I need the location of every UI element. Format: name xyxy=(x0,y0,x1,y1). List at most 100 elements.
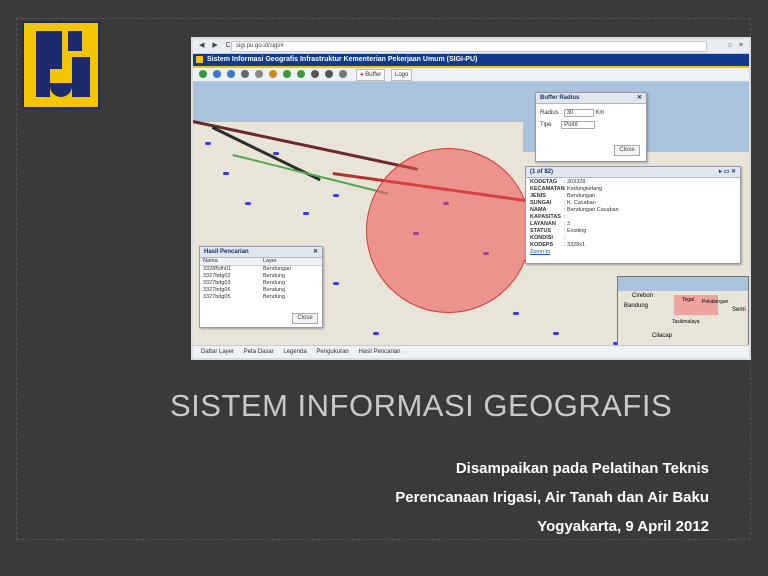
overview-minimap[interactable]: Cirebon Bandung Tegal Pekalongan Semi Ta… xyxy=(617,276,749,346)
table-row[interactable]: 3327bdg02 Bendung xyxy=(200,273,322,280)
buffer-circle xyxy=(366,148,531,313)
road-line xyxy=(193,120,418,171)
minimap-label: Tegal xyxy=(682,297,694,303)
info-icon[interactable] xyxy=(311,70,319,78)
layer-list-tab[interactable]: Daftar Layer xyxy=(201,349,234,355)
map-marker[interactable] xyxy=(245,202,251,205)
minimap-label: Tasikmalaya xyxy=(672,319,700,325)
close-icon[interactable]: ✕ xyxy=(637,93,642,103)
measure-icon[interactable] xyxy=(269,70,277,78)
zoom-in-icon[interactable] xyxy=(213,70,221,78)
map-marker[interactable] xyxy=(205,142,211,145)
browser-chrome: ◀ ▶ C sigi.pu.go.id/sigi/# ☆ ≡ xyxy=(193,39,749,54)
map-marker[interactable] xyxy=(553,332,559,335)
info-pager: (1 of 82) xyxy=(530,169,554,175)
buffer-icon: ● xyxy=(360,72,364,78)
info-field: STATUS: Existing xyxy=(530,228,587,234)
results-header-row: Nama Layer xyxy=(200,258,322,266)
info-field: SUNGAI: K. Cacaban xyxy=(530,200,596,206)
minimap-extent xyxy=(674,295,718,315)
info-field: NAMA: Bendungan Cacaban xyxy=(530,207,619,213)
table-row[interactable]: 3327bdg05 Bendung xyxy=(200,294,322,301)
buffer-label: Buffer xyxy=(365,72,382,78)
pu-logo xyxy=(22,21,100,109)
logout-button[interactable]: Logo xyxy=(391,69,413,81)
results-close-button[interactable]: Close xyxy=(292,313,318,324)
column-header[interactable]: Nama xyxy=(200,258,263,265)
globe-icon[interactable] xyxy=(199,70,207,78)
browser-menu-icons[interactable]: ☆ ≡ xyxy=(727,41,745,49)
close-icon[interactable]: ▸ ▭ ✕ xyxy=(719,167,736,177)
zoom-to-link[interactable]: Zoom to xyxy=(530,249,736,256)
info-panel-header: (1 of 82) ▸ ▭ ✕ xyxy=(526,167,740,178)
address-bar[interactable]: sigi.pu.go.id/sigi/# xyxy=(231,41,707,52)
app-title: Sistem Informasi Geografis Infrastruktur… xyxy=(207,56,478,63)
logout-label: Logo xyxy=(395,72,409,78)
select-icon[interactable] xyxy=(255,70,263,78)
info-field: LAYANAN: 3 xyxy=(530,221,571,227)
next-extent-icon[interactable] xyxy=(297,70,305,78)
map-marker[interactable] xyxy=(333,282,339,285)
print-icon[interactable] xyxy=(339,70,347,78)
zoom-out-icon[interactable] xyxy=(227,70,235,78)
subtitle-line-3: Yogyakarta, 9 April 2012 xyxy=(537,518,709,535)
app-header: Sistem Informasi Geografis Infrastruktur… xyxy=(193,54,749,68)
prev-extent-icon[interactable] xyxy=(283,70,291,78)
results-panel-header: Hasil Pencarian ✕ xyxy=(200,247,322,258)
map-marker[interactable] xyxy=(373,332,379,335)
minimap-label: Cilacap xyxy=(652,333,673,339)
minimap-label: Bandung xyxy=(624,303,649,309)
feature-info-panel: (1 of 82) ▸ ▭ ✕ KODETAG: 303328 KECAMATAN… xyxy=(525,166,741,264)
info-field: KAPASITAS: xyxy=(530,214,566,220)
browser-nav-icons[interactable]: ◀ ▶ C xyxy=(199,41,234,49)
buffer-panel-header: Buffer Radius ✕ xyxy=(536,93,646,104)
home-icon[interactable] xyxy=(325,70,333,78)
minimap-label: Semi xyxy=(732,307,746,313)
buffer-radius-panel: Buffer Radius ✕ Radius : 30 Km Tipe Point… xyxy=(535,92,647,162)
minimap-label: Pekalongan xyxy=(702,299,729,305)
radius-input[interactable]: 30 xyxy=(563,109,594,117)
buffer-panel-title: Buffer Radius xyxy=(540,95,580,101)
radius-unit: Km xyxy=(595,110,605,116)
results-panel-title: Hasil Pencarian xyxy=(204,249,249,255)
map-marker[interactable] xyxy=(513,312,519,315)
map-toolbar: ● Buffer Logo xyxy=(193,68,749,82)
minimap-sea xyxy=(618,277,748,291)
table-row[interactable]: 3327bdg06 Bendung xyxy=(200,287,322,294)
minimap-label: Cirebon xyxy=(632,293,654,299)
search-results-tab[interactable]: Hasil Pencarian xyxy=(358,349,400,355)
type-label: Tipe xyxy=(540,122,552,128)
info-field: KECAMATAN: Kedungkelang xyxy=(530,186,603,192)
info-field: KODETAG: 303328 xyxy=(530,179,586,185)
info-field: KODEPS: 3328x1 xyxy=(530,242,586,248)
legend-tab[interactable]: Legenda xyxy=(283,349,306,355)
search-results-panel: Hasil Pencarian ✕ Nama Layer 3328Bdh01 Ben… xyxy=(199,246,323,328)
measure-tab[interactable]: Pengukuran xyxy=(316,349,348,355)
pu-seal-icon xyxy=(196,56,203,63)
column-header[interactable]: Layer xyxy=(263,258,313,265)
subtitle-line-2: Perencanaan Irigasi, Air Tanah dan Air B… xyxy=(395,489,709,506)
slide-title: SISTEM INFORMASI GEOGRAFIS xyxy=(170,388,673,423)
radius-row: Radius : 30 Km xyxy=(540,109,604,117)
buffer-close-button[interactable]: Close xyxy=(614,145,640,156)
map-marker[interactable] xyxy=(223,172,229,175)
info-field: JENIS: Bendungan xyxy=(530,193,596,199)
info-field: KONDISI: xyxy=(530,235,566,241)
table-row[interactable]: 3328Bdh01 Bendungan xyxy=(200,266,322,273)
map-view[interactable]: Buffer Radius ✕ Radius : 30 Km Tipe Point… xyxy=(193,82,749,346)
status-bar: Daftar Layer Peta Dasar Legenda Pengukur… xyxy=(193,345,749,358)
info-fields: KODETAG: 303328 KECAMATAN: Kedungkelang … xyxy=(526,178,740,257)
map-marker[interactable] xyxy=(333,194,339,197)
type-row: Tipe Point xyxy=(540,121,596,129)
type-select[interactable]: Point xyxy=(561,121,596,129)
app-screenshot: ◀ ▶ C sigi.pu.go.id/sigi/# ☆ ≡ Sistem In… xyxy=(191,37,751,360)
table-row[interactable]: 3327bdg03 Bendung xyxy=(200,280,322,287)
close-icon[interactable]: ✕ xyxy=(313,247,318,257)
pan-icon[interactable] xyxy=(241,70,249,78)
radius-label: Radius : xyxy=(540,110,563,116)
road-line xyxy=(232,154,389,195)
map-marker[interactable] xyxy=(303,212,309,215)
basemap-tab[interactable]: Peta Dasar xyxy=(244,349,274,355)
buffer-button[interactable]: ● Buffer xyxy=(356,69,386,81)
map-marker[interactable] xyxy=(273,152,279,155)
